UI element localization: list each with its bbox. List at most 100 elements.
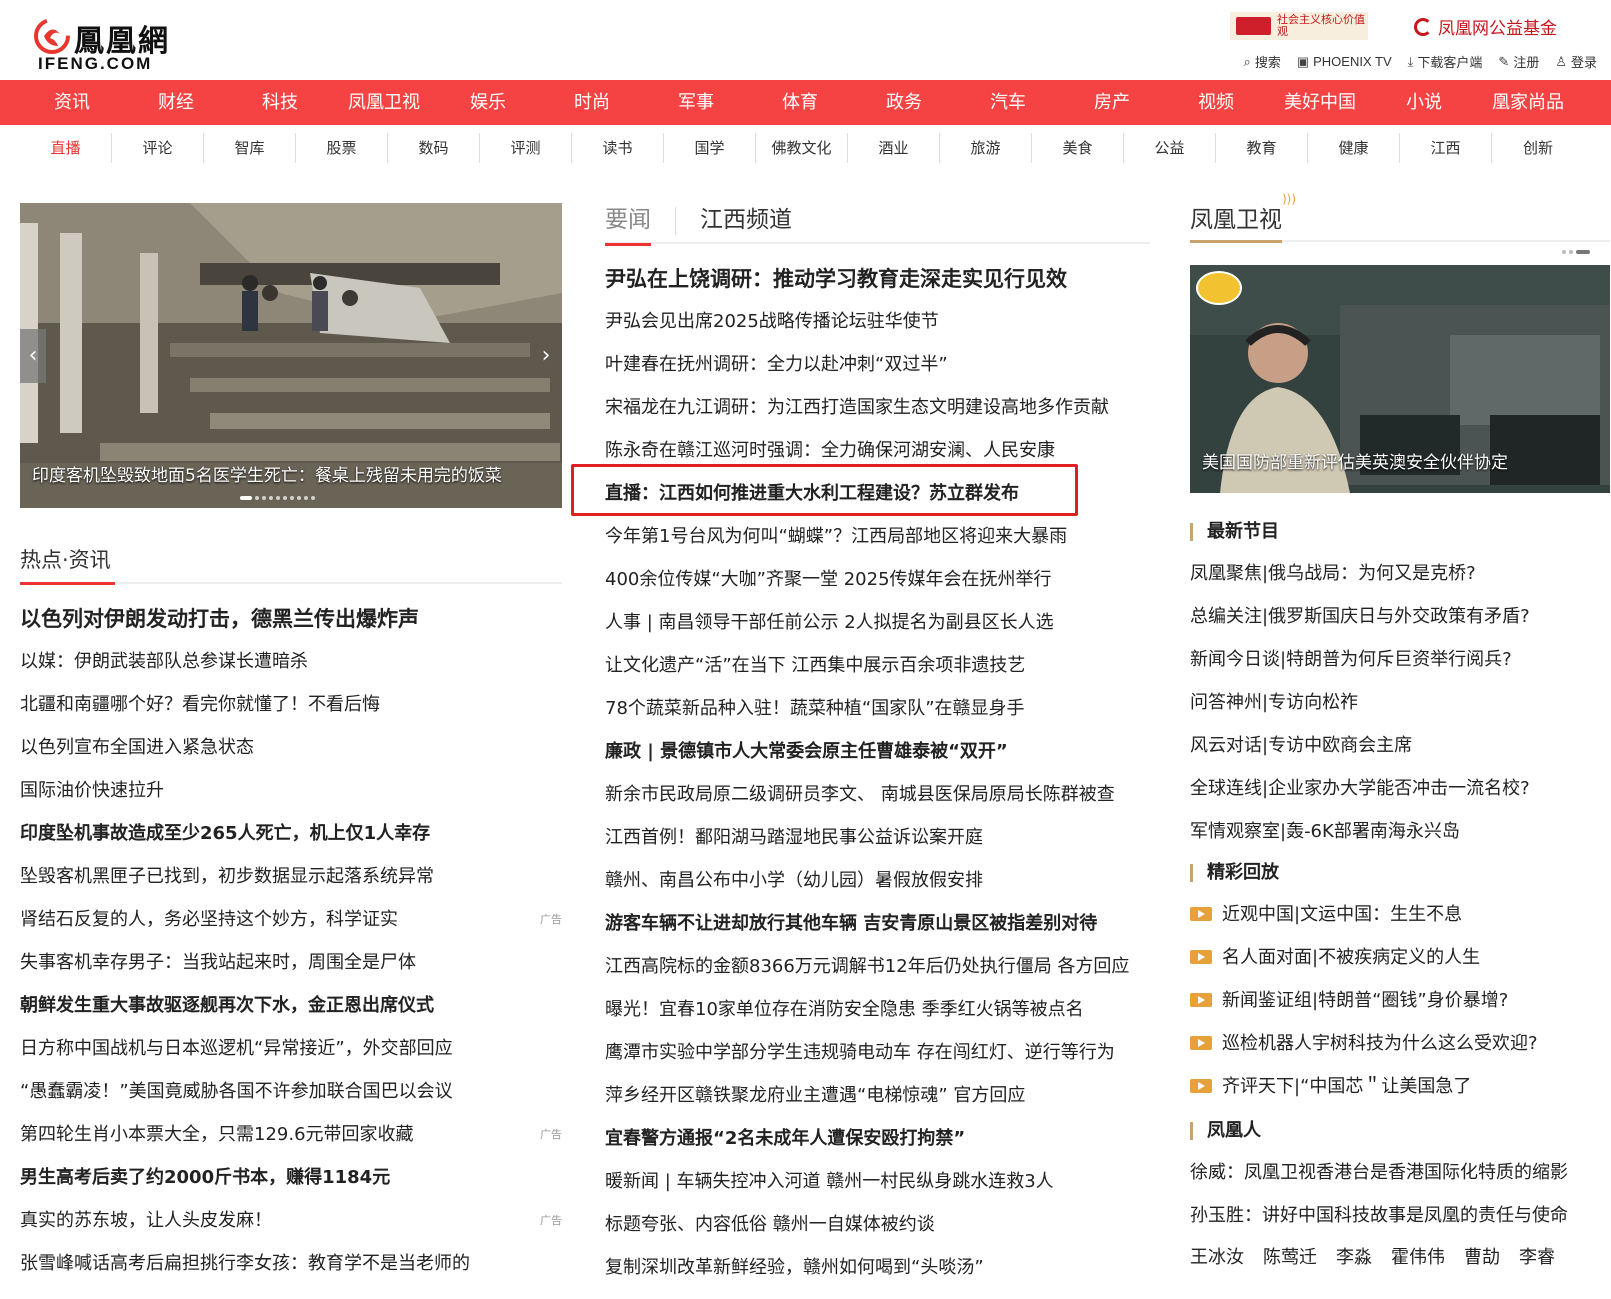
carousel-dot[interactable] (262, 496, 266, 500)
hot-news-item[interactable]: 国际油价快速拉升 (20, 769, 562, 812)
main-nav-item[interactable]: 美好中国 (1268, 80, 1372, 125)
hot-news-item[interactable]: 日方称中国战机与日本巡逻机“异常接近”，外交部回应 (20, 1027, 562, 1070)
sub-nav-item[interactable]: 美食 (1032, 133, 1124, 163)
main-nav-item[interactable]: 凤凰卫视 (332, 80, 436, 125)
news-tab[interactable]: 江西频道 (700, 200, 792, 242)
carousel-dot[interactable] (283, 496, 287, 500)
latest-program-item[interactable]: 新闻今日谈|特朗普为何斥巨资举行阅兵? (1190, 638, 1610, 681)
main-nav-item[interactable]: 时尚 (540, 80, 644, 125)
sub-nav-item[interactable]: 教育 (1216, 133, 1308, 163)
top-news-item[interactable]: 标题夸张、内容低俗 赣州一自媒体被约谈 (605, 1203, 1150, 1246)
person-name-link[interactable]: 陈莺迁 (1263, 1243, 1317, 1269)
sub-nav-item[interactable]: 公益 (1124, 133, 1216, 163)
highlight-video-item[interactable]: 齐评天下|“中国芯＂让美国急了 (1190, 1065, 1610, 1108)
latest-program-item[interactable]: 问答神州|专访向松祚 (1190, 681, 1610, 724)
top-link-user[interactable]: ♙ 登录 (1555, 52, 1597, 71)
main-nav-item[interactable]: 视频 (1164, 80, 1268, 125)
hot-news-item[interactable]: 朝鲜发生重大事故驱逐舰再次下水，金正恩出席仪式 (20, 984, 562, 1027)
carousel-dot-active[interactable] (240, 496, 252, 500)
latest-program-item[interactable]: 风云对话|专访中欧商会主席 (1190, 724, 1610, 767)
carousel-prev-button[interactable]: ‹ (20, 329, 46, 383)
person-name-link[interactable]: 李睿 (1519, 1243, 1555, 1269)
carousel-next-button[interactable]: › (536, 329, 556, 383)
latest-program-item[interactable]: 军情观察室|轰-6K部署南海永兴岛 (1190, 810, 1610, 853)
top-news-item[interactable]: 游客车辆不让进却放行其他车辆 吉安青原山景区被指差别对待 (605, 902, 1150, 945)
sub-nav-item[interactable]: 股票 (296, 133, 388, 163)
top-link-edit[interactable]: ✎ 注册 (1498, 52, 1539, 71)
latest-program-item[interactable]: 凤凰聚焦|俄乌战局：为何又是克桥? (1190, 552, 1610, 595)
sub-nav-item[interactable]: 数码 (388, 133, 480, 163)
main-nav-item[interactable]: 财经 (124, 80, 228, 125)
hot-news-item[interactable]: 第四轮生肖小本票大全，只需129.6元带回家收藏 广告 (20, 1113, 562, 1156)
carousel-dot[interactable] (269, 496, 273, 500)
top-news-item[interactable]: 暖新闻 | 车辆失控冲入河道 赣州一村民纵身跳水连救3人 (605, 1160, 1150, 1203)
carousel-dots[interactable] (240, 496, 315, 500)
top-news-item[interactable]: 曝光！宜春10家单位存在消防安全隐患 季季红火锅等被点名 (605, 988, 1150, 1031)
main-nav-item[interactable]: 军事 (644, 80, 748, 125)
highlight-video-item[interactable]: 近观中国|文运中国：生生不息 (1190, 893, 1610, 936)
carousel-dot[interactable] (276, 496, 280, 500)
main-nav-item[interactable]: 小说 (1372, 80, 1476, 125)
main-nav-item[interactable]: 凰家尚品 (1476, 80, 1580, 125)
main-nav-item[interactable]: 房产 (1060, 80, 1164, 125)
sub-nav-item[interactable]: 国学 (664, 133, 756, 163)
top-news-item[interactable]: 400余位传媒“大咖”齐聚一堂 2025传媒年会在抚州举行 (605, 558, 1150, 601)
top-news-item[interactable]: 人事 | 南昌领导干部任前公示 2人拟提名为副县区长人选 (605, 601, 1150, 644)
top-news-item[interactable]: 新余市民政局原二级调研员李文、 南城县医保局原局长陈群被查 (605, 773, 1150, 816)
top-news-item[interactable]: 江西高院标的金额8366万元调解书12年后仍处执行僵局 各方回应 (605, 945, 1150, 988)
top-news-item[interactable]: 赣州、南昌公布中小学（幼儿园）暑假放假安排 (605, 859, 1150, 902)
carousel-dot[interactable] (297, 496, 301, 500)
carousel-dot[interactable] (311, 496, 315, 500)
news-tab[interactable]: 要闻 (605, 200, 651, 246)
highlight-video-item[interactable]: 新闻鉴证组|特朗普“圈钱”身价暴增? (1190, 979, 1610, 1022)
sub-nav-item[interactable]: 评论 (112, 133, 204, 163)
hot-news-item[interactable]: 印度坠机事故造成至少265人死亡，机上仅1人幸存 (20, 812, 562, 855)
top-news-item[interactable]: 叶建春在抚州调研：全力以赴冲刺“双过半” (605, 343, 1150, 386)
person-name-link[interactable]: 李淼 (1336, 1243, 1372, 1269)
main-nav-item[interactable]: 资讯 (20, 80, 124, 125)
latest-program-item[interactable]: 全球连线|企业家办大学能否冲击一流名校? (1190, 767, 1610, 810)
sub-nav-item[interactable]: 健康 (1308, 133, 1400, 163)
latest-program-item[interactable]: 总编关注|俄罗斯国庆日与外交政策有矛盾? (1190, 595, 1610, 638)
highlight-video-item[interactable]: 巡检机器人宇树科技为什么这么受欢迎? (1190, 1022, 1610, 1065)
top-news-item[interactable]: 让文化遗产“活”在当下 江西集中展示百余项非遗技艺 (605, 644, 1150, 687)
hot-news-item[interactable]: 肾结石反复的人，务必坚持这个妙方，科学证实 广告 (20, 898, 562, 941)
video-caption[interactable]: 美国国防部重新评估美英澳安全伙伴协定 (1202, 448, 1508, 473)
main-nav-item[interactable]: 政务 (852, 80, 956, 125)
hot-news-item[interactable]: 失事客机幸存男子：当我站起来时，周围全是尸体 (20, 941, 562, 984)
person-name-link[interactable]: 王冰汝 (1190, 1243, 1244, 1269)
person-name-link[interactable]: 霍伟伟 (1391, 1243, 1445, 1269)
sub-nav-item[interactable]: 评测 (480, 133, 572, 163)
phoenix-tv-video-thumbnail[interactable]: 美国国防部重新评估美英澳安全伙伴协定 (1190, 265, 1610, 493)
sub-nav-item[interactable]: 创新 (1492, 133, 1584, 163)
hot-news-item[interactable]: 张雪峰喊话高考后扁担挑行李女孩：教育学不是当老师的 (20, 1242, 562, 1285)
top-link-download[interactable]: ⤓ 下载客户端 (1408, 52, 1483, 71)
headline-carousel[interactable]: ‹ › 印度客机坠毁致地面5名医学生死亡：餐桌上残留未用完的饭菜 (20, 203, 562, 508)
hot-news-item[interactable]: “愚蠢霸凌！”美国竟威胁各国不许参加联合国巴以会议 (20, 1070, 562, 1113)
sub-nav-item[interactable]: 直播 (20, 133, 112, 163)
main-nav-item[interactable]: 科技 (228, 80, 332, 125)
phoenix-people-item[interactable]: 徐威：凤凰卫视香港台是香港国际化特质的缩影 (1190, 1151, 1610, 1194)
top-news-item[interactable]: 尹弘会见出席2025战略传播论坛驻华使节 (605, 300, 1150, 343)
top-news-item[interactable]: 萍乡经开区赣铁聚龙府业主遭遇“电梯惊魂” 官方回应 (605, 1074, 1150, 1117)
sub-nav-item[interactable]: 佛教文化 (756, 133, 848, 163)
main-nav-item[interactable]: 体育 (748, 80, 852, 125)
carousel-dot[interactable] (304, 496, 308, 500)
hot-news-item[interactable]: 真实的苏东坡，让人头皮发麻！ 广告 (20, 1199, 562, 1242)
top-link-tv[interactable]: ▣ PHOENIX TV (1297, 52, 1392, 71)
highlight-video-item[interactable]: 名人面对面|不被疾病定义的人生 (1190, 936, 1610, 979)
hot-news-item[interactable]: 以媒：伊朗武装部队总参谋长遭暗杀 (20, 640, 562, 683)
sub-nav-item[interactable]: 江西 (1400, 133, 1492, 163)
hot-news-lead[interactable]: 以色列对伊朗发动打击，德黑兰传出爆炸声 (20, 598, 562, 640)
person-name-link[interactable]: 曹劼 (1464, 1243, 1500, 1269)
main-nav-item[interactable]: 汽车 (956, 80, 1060, 125)
top-news-lead[interactable]: 尹弘在上饶调研：推动学习教育走深走实见行见效 (605, 258, 1150, 300)
carousel-caption[interactable]: 印度客机坠毁致地面5名医学生死亡：餐桌上残留未用完的饭菜 (32, 461, 502, 486)
top-news-item[interactable]: 宜春警方通报“2名未成年人遭保安殴打拘禁” (605, 1117, 1150, 1160)
pager-dot-active[interactable] (1576, 250, 1590, 254)
top-news-item[interactable]: 78个蔬菜新品种入驻！蔬菜种植“国家队”在赣显身手 (605, 687, 1150, 730)
top-news-item[interactable]: 江西首例！鄱阳湖马踏湿地民事公益诉讼案开庭 (605, 816, 1150, 859)
top-news-item[interactable]: 今年第1号台风为何叫“蝴蝶”？江西局部地区将迎来大暴雨 (605, 515, 1150, 558)
sub-nav-item[interactable]: 酒业 (848, 133, 940, 163)
top-news-item[interactable]: 鹰潭市实验中学部分学生违规骑电动车 存在闯红灯、逆行等行为 (605, 1031, 1150, 1074)
